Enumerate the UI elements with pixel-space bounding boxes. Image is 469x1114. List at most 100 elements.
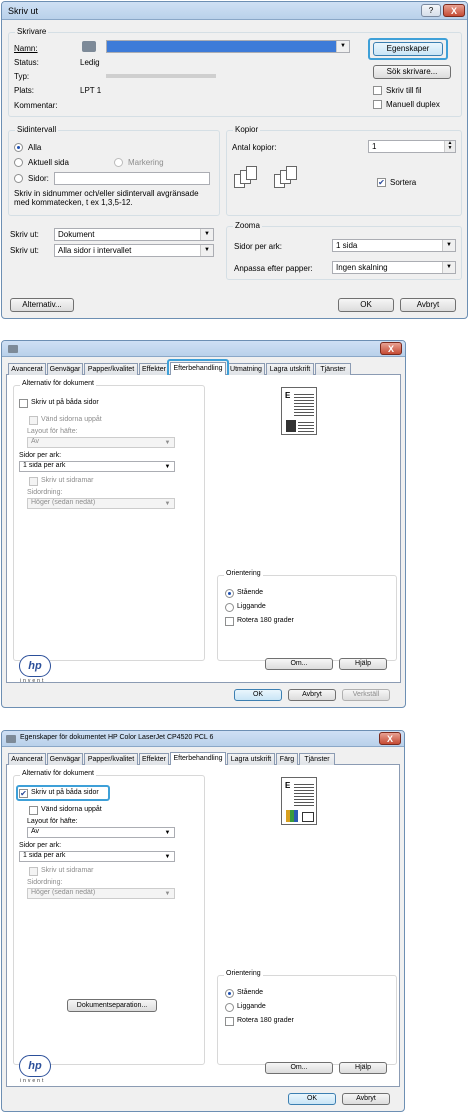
- tab-color[interactable]: Färg: [276, 753, 298, 765]
- portrait-radio[interactable]: [225, 989, 234, 998]
- all-radio[interactable]: [14, 143, 23, 152]
- printer-name-select[interactable]: ▼: [106, 40, 350, 53]
- close-icon[interactable]: X: [443, 4, 465, 17]
- pages-radio[interactable]: [14, 174, 23, 183]
- selection-label: Markering: [128, 158, 164, 167]
- tab-advanced[interactable]: Avancerat: [8, 363, 46, 375]
- copies-input[interactable]: 1 ▲ ▼: [368, 140, 456, 153]
- printer-icon: [82, 41, 96, 52]
- printer-icon: [8, 345, 18, 353]
- close-icon[interactable]: X: [379, 732, 401, 745]
- booklet-label: Layout för häfte:: [27, 818, 78, 825]
- borders-checkbox: [29, 477, 38, 486]
- landscape-radio[interactable]: [225, 603, 234, 612]
- tab-strip: Avancerat Genvägar Papper/kvalitet Effek…: [6, 752, 400, 765]
- help-button[interactable]: Hjälp: [339, 1062, 387, 1074]
- tab-shortcuts[interactable]: Genvägar: [47, 363, 83, 375]
- help-button[interactable]: Hjälp: [339, 658, 387, 670]
- close-icon[interactable]: X: [380, 342, 402, 355]
- print-to-file-label: Skriv till fil: [386, 86, 422, 95]
- ok-button[interactable]: OK: [338, 298, 394, 312]
- flip-up-label: Vänd sidorna uppåt: [41, 806, 102, 813]
- tab-shortcuts[interactable]: Genvägar: [47, 753, 83, 765]
- collate-checkbox[interactable]: ✔: [377, 178, 386, 187]
- tab-finishing[interactable]: Efterbehandling: [170, 752, 226, 765]
- hp-logo: hp: [19, 1055, 51, 1077]
- pps-select[interactable]: 1 sida per ark ▼: [19, 851, 175, 862]
- flip-up-checkbox: [29, 416, 38, 425]
- tab-effects[interactable]: Effekter: [139, 363, 169, 375]
- properties-dialog-2: Egenskaper för dokumentet HP Color Laser…: [1, 730, 405, 1112]
- print-to-file-checkbox[interactable]: [373, 86, 382, 95]
- tab-effects[interactable]: Effekter: [139, 753, 169, 765]
- status-value: Ledig: [80, 58, 100, 67]
- page-order-label: Sidordning:: [27, 879, 63, 886]
- title-bar: Skriv ut ? X: [2, 2, 467, 20]
- pages-help: Skriv in sidnummer och/eller sidinterval…: [14, 189, 199, 207]
- comment-label: Kommentar:: [14, 101, 58, 110]
- pages-per-sheet-select[interactable]: 1 sida ▼: [332, 239, 456, 252]
- duplex-checkbox[interactable]: ✔: [19, 789, 28, 798]
- print-what-label: Skriv ut:: [10, 230, 39, 239]
- landscape-radio[interactable]: [225, 1003, 234, 1012]
- current-page-radio[interactable]: [14, 158, 23, 167]
- manual-duplex-checkbox[interactable]: [373, 100, 382, 109]
- document-preview: E: [281, 777, 317, 825]
- print-label: Skriv ut:: [10, 246, 39, 255]
- portrait-label: Stående: [237, 989, 264, 996]
- pages-per-sheet-label: Sidor per ark:: [234, 242, 283, 251]
- hp-logo: hp: [19, 655, 51, 677]
- pps-label: Sidor per ark:: [19, 452, 62, 459]
- separation-button[interactable]: Dokumentseparation...: [67, 999, 157, 1012]
- tab-output[interactable]: Utmatning: [227, 363, 265, 375]
- cancel-button[interactable]: Avbryt: [342, 1093, 390, 1105]
- location-value: LPT 1: [80, 86, 102, 95]
- scale-select[interactable]: Ingen skalning ▼: [332, 261, 456, 274]
- tab-advanced[interactable]: Avancerat: [8, 753, 46, 765]
- scale-label: Anpassa efter papper:: [234, 264, 313, 273]
- find-printer-button[interactable]: Sök skrivare...: [373, 65, 451, 79]
- about-button[interactable]: Om...: [265, 1062, 333, 1074]
- borders-label: Skriv ut sidramar: [41, 477, 94, 484]
- tab-finishing[interactable]: Efterbehandling: [170, 362, 226, 375]
- portrait-radio[interactable]: [225, 589, 234, 598]
- booklet-select[interactable]: Av ▼: [27, 827, 175, 838]
- cancel-button[interactable]: Avbryt: [288, 689, 336, 701]
- invent-text: invent: [20, 678, 46, 684]
- tab-paper-quality[interactable]: Papper/kvalitet: [84, 753, 138, 765]
- help-icon[interactable]: ?: [421, 4, 441, 17]
- tab-job-storage[interactable]: Lagra utskrift: [266, 363, 314, 375]
- landscape-label: Liggande: [237, 603, 266, 610]
- duplex-checkbox[interactable]: [19, 399, 28, 408]
- page-order-select: Höger (sedan nedåt) ▼: [27, 888, 175, 899]
- properties-button[interactable]: Egenskaper: [373, 42, 443, 56]
- print-what-select[interactable]: Dokument ▼: [54, 228, 214, 241]
- flip-up-checkbox[interactable]: [29, 806, 38, 815]
- rotate-label: Rotera 180 grader: [237, 1017, 294, 1024]
- rotate-checkbox[interactable]: [225, 1017, 234, 1026]
- about-button[interactable]: Om...: [265, 658, 333, 670]
- tab-services[interactable]: Tjänster: [315, 363, 351, 375]
- pps-select[interactable]: 1 sida per ark ▼: [19, 461, 175, 472]
- title-bar: Egenskaper för dokumentet HP Color Laser…: [2, 731, 404, 747]
- landscape-label: Liggande: [237, 1003, 266, 1010]
- cancel-button[interactable]: Avbryt: [400, 298, 456, 312]
- portrait-label: Stående: [237, 589, 264, 596]
- doc-options-group: Alternativ för dokument: [13, 380, 205, 661]
- tab-services[interactable]: Tjänster: [299, 753, 335, 765]
- pages-input[interactable]: [54, 172, 210, 185]
- spin-icon[interactable]: ▲ ▼: [444, 141, 455, 152]
- copies-label: Antal kopior:: [232, 143, 277, 152]
- title-bar: X: [2, 341, 405, 357]
- ok-button[interactable]: OK: [234, 689, 282, 701]
- options-button[interactable]: Alternativ...: [10, 298, 74, 312]
- ok-button[interactable]: OK: [288, 1093, 336, 1105]
- selection-radio: [114, 158, 123, 167]
- print-select[interactable]: Alla sidor i intervallet ▼: [54, 244, 214, 257]
- tab-paper-quality[interactable]: Papper/kvalitet: [84, 363, 138, 375]
- pages-label: Sidor:: [28, 174, 49, 183]
- borders-checkbox: [29, 867, 38, 876]
- pps-label: Sidor per ark:: [19, 842, 62, 849]
- rotate-checkbox[interactable]: [225, 617, 234, 626]
- tab-job-storage[interactable]: Lagra utskrift: [227, 753, 275, 765]
